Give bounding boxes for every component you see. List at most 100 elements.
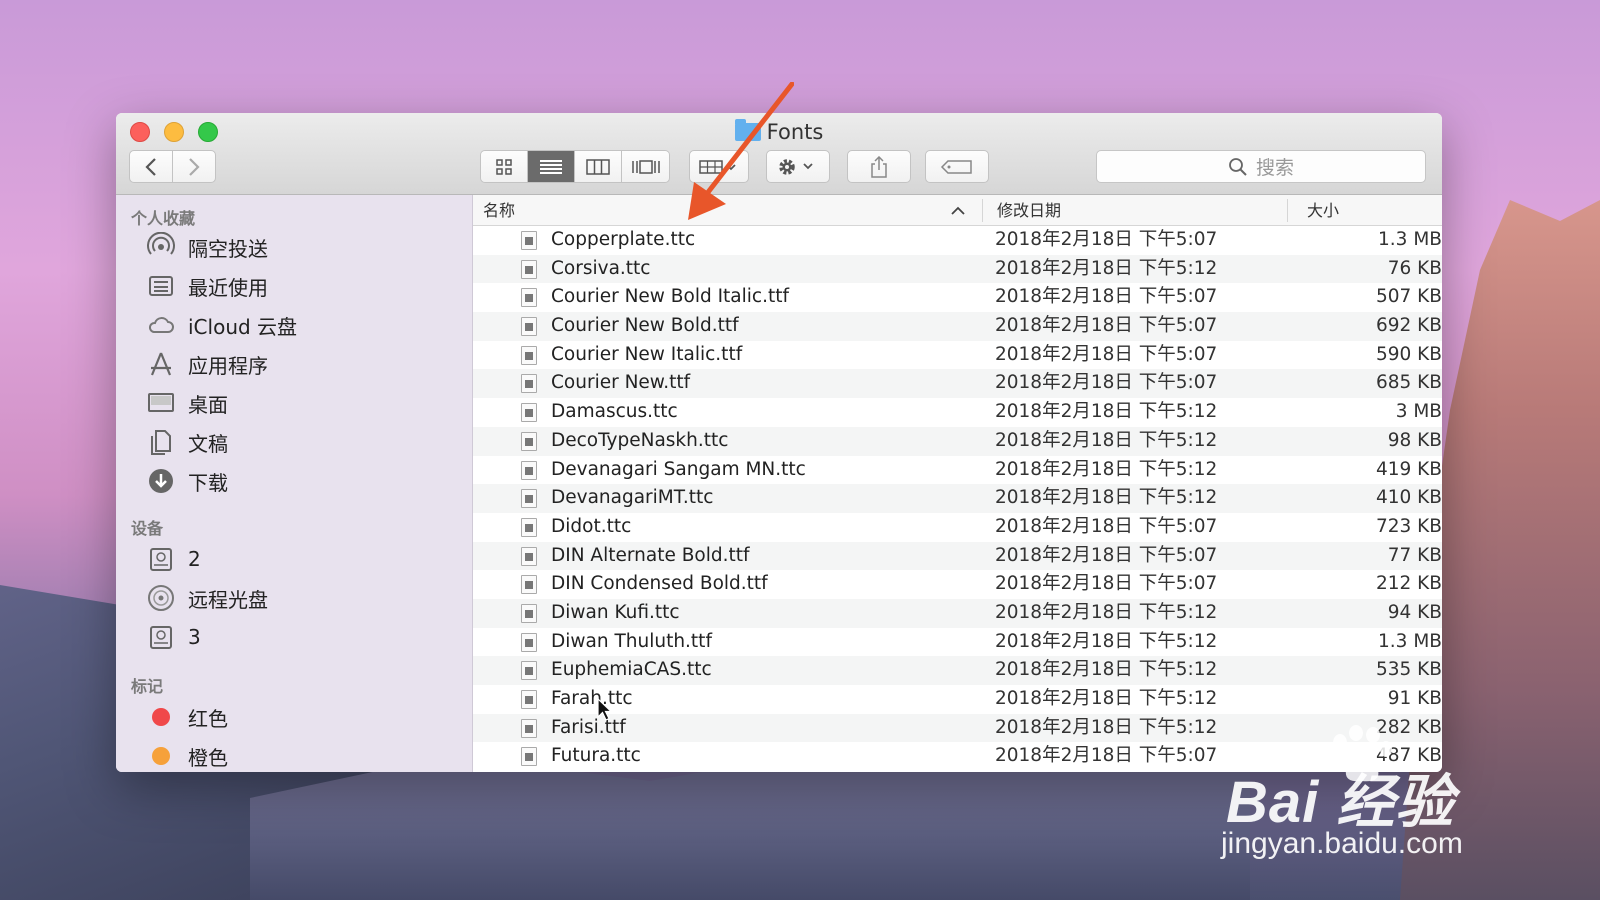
file-size: 76 KB: [1387, 257, 1442, 279]
search-field[interactable]: 搜索: [1096, 150, 1426, 183]
icon-view-button[interactable]: [481, 151, 528, 182]
file-name: Corsiva.ttc: [551, 257, 651, 279]
file-name: DIN Alternate Bold.ttf: [551, 544, 750, 566]
back-button[interactable]: [129, 150, 173, 183]
file-size: 3 MB: [1395, 401, 1442, 423]
file-size: 590 KB: [1375, 343, 1442, 365]
sidebar-heading-devices: 设备: [131, 519, 164, 538]
file-row[interactable]: Farah.ttc 2018年2月18日 下午5:12 91 KB: [473, 685, 1442, 714]
sort-ascending-icon: [951, 206, 965, 215]
sidebar-item-documents[interactable]: 文稿: [146, 424, 228, 460]
sidebar-item-desktop[interactable]: 桌面: [146, 385, 228, 421]
arrange-icon: [699, 159, 736, 174]
font-file-icon: [521, 317, 537, 337]
file-row[interactable]: Corsiva.ttc 2018年2月18日 下午5:12 76 KB: [473, 254, 1442, 284]
file-row[interactable]: DecoTypeNaskh.ttc 2018年2月18日 下午5:12 98 KB: [473, 426, 1442, 456]
font-file-icon: [521, 661, 537, 681]
list-icon: [540, 159, 562, 174]
sidebar-item-airdrop[interactable]: 隔空投送: [146, 229, 268, 265]
arrange-button[interactable]: [689, 150, 749, 183]
font-file-icon: [521, 718, 537, 738]
file-date: 2018年2月18日 下午5:07: [995, 343, 1218, 365]
disk-icon: [146, 544, 176, 574]
sidebar-item-recents[interactable]: 最近使用: [146, 268, 268, 304]
share-button[interactable]: [847, 150, 911, 183]
columns-icon: [586, 158, 610, 175]
file-row[interactable]: Copperplate.ttc 2018年2月18日 下午5:07 1.3 MB: [473, 226, 1442, 255]
column-name-header[interactable]: 名称: [483, 195, 515, 226]
file-date: 2018年2月18日 下午5:07: [995, 544, 1218, 566]
file-row[interactable]: Courier New Bold Italic.ttf 2018年2月18日 下午…: [473, 283, 1442, 312]
file-size: 77 KB: [1387, 544, 1442, 566]
file-name: Courier New Bold Italic.ttf: [551, 286, 789, 308]
sidebar-item-tag-orange[interactable]: 橙色: [146, 738, 228, 772]
sidebar-item-downloads[interactable]: 下载: [146, 463, 228, 499]
file-date: 2018年2月18日 下午5:07: [995, 372, 1218, 394]
file-date: 2018年2月18日 下午5:12: [995, 688, 1218, 709]
file-date: 2018年2月18日 下午5:12: [995, 458, 1218, 480]
chevron-left-icon: [145, 157, 156, 176]
file-row[interactable]: DIN Alternate Bold.ttf 2018年2月18日 下午5:07 7…: [473, 541, 1442, 571]
file-name: DIN Condensed Bold.ttf: [551, 573, 768, 595]
column-size-header[interactable]: 大小: [1307, 195, 1339, 226]
file-row[interactable]: Damascus.ttc 2018年2月18日 下午5:12 3 MB: [473, 398, 1442, 427]
folder-icon: [734, 119, 761, 141]
mouse-pointer-icon: [597, 698, 613, 721]
sidebar-item-label: 红色: [188, 706, 228, 731]
file-size: 692 KB: [1375, 315, 1442, 337]
sidebar-item-disk-2[interactable]: 2: [146, 541, 201, 577]
sidebar-item-tag-red[interactable]: 红色: [146, 699, 228, 735]
forward-button[interactable]: [172, 150, 216, 183]
file-date: 2018年2月18日 下午5:07: [995, 745, 1218, 767]
remote-disc-icon: [146, 583, 176, 613]
file-row[interactable]: Courier New.ttf 2018年2月18日 下午5:07 685 KB: [473, 369, 1442, 399]
gallery-view-button[interactable]: [622, 151, 669, 182]
file-row[interactable]: Didot.ttc 2018年2月18日 下午5:07 723 KB: [473, 513, 1442, 542]
sidebar-item-label: 远程光盘: [188, 587, 268, 612]
font-file-icon: [521, 603, 537, 623]
file-size: 685 KB: [1375, 372, 1442, 394]
font-file-icon: [521, 259, 537, 279]
column-view-button[interactable]: [575, 151, 622, 182]
sidebar-item-remote-disc[interactable]: 远程光盘: [146, 580, 268, 616]
airdrop-icon: [146, 232, 176, 262]
tag-button[interactable]: [925, 150, 989, 183]
red-tag-icon: [146, 702, 176, 732]
toolbar: Fonts 搜索: [116, 113, 1442, 195]
file-name: Diwan Kufi.ttc: [551, 601, 680, 623]
sidebar-item-label: 橙色: [188, 745, 228, 770]
sidebar-item-label: 下载: [188, 470, 228, 495]
sidebar-item-disk-3[interactable]: 3: [146, 619, 201, 655]
file-size: 723 KB: [1375, 515, 1442, 537]
tag-icon: [940, 159, 972, 174]
file-name: Farah.ttc: [551, 688, 633, 709]
orange-tag-icon: [146, 741, 176, 771]
file-row[interactable]: DevanagariMT.ttc 2018年2月18日 下午5:12 410 KB: [473, 484, 1442, 513]
file-size: 94 KB: [1387, 601, 1442, 623]
file-row[interactable]: DIN Condensed Bold.ttf 2018年2月18日 下午5:07 2…: [473, 570, 1442, 599]
file-row[interactable]: Diwan Thuluth.ttf 2018年2月18日 下午5:12 1.3 MB: [473, 628, 1442, 657]
file-size: 419 KB: [1375, 458, 1442, 480]
sidebar-item-label: 3: [188, 625, 201, 649]
column-divider[interactable]: [982, 199, 983, 222]
column-date-header[interactable]: 修改日期: [997, 195, 1061, 226]
sidebar-item-icloud[interactable]: iCloud 云盘: [146, 307, 297, 343]
file-row[interactable]: Diwan Kufi.ttc 2018年2月18日 下午5:12 94 KB: [473, 598, 1442, 628]
file-name: Diwan Thuluth.ttf: [551, 630, 712, 652]
file-row[interactable]: EuphemiaCAS.ttc 2018年2月18日 下午5:12 535 KB: [473, 656, 1442, 685]
desktop-icon: [146, 388, 176, 418]
file-name: Courier New.ttf: [551, 372, 691, 394]
action-button[interactable]: [766, 150, 830, 183]
file-row[interactable]: Courier New Bold.ttf 2018年2月18日 下午5:07 692…: [473, 312, 1442, 341]
sidebar-item-applications[interactable]: 应用程序: [146, 346, 268, 382]
file-row[interactable]: Farisi.ttf 2018年2月18日 下午5:12 282 KB: [473, 713, 1442, 743]
column-divider[interactable]: [1287, 199, 1288, 222]
file-row[interactable]: Courier New Italic.ttf 2018年2月18日 下午5:07 5…: [473, 341, 1442, 370]
list-view-button[interactable]: [528, 151, 575, 182]
file-row[interactable]: Devanagari Sangam MN.ttc 2018年2月18日 下午5:1…: [473, 456, 1442, 485]
font-file-icon: [521, 288, 537, 308]
disk-icon: [146, 622, 176, 652]
file-name: Courier New Italic.ttf: [551, 343, 743, 365]
downloads-icon: [146, 466, 176, 496]
font-file-icon: [521, 374, 537, 394]
